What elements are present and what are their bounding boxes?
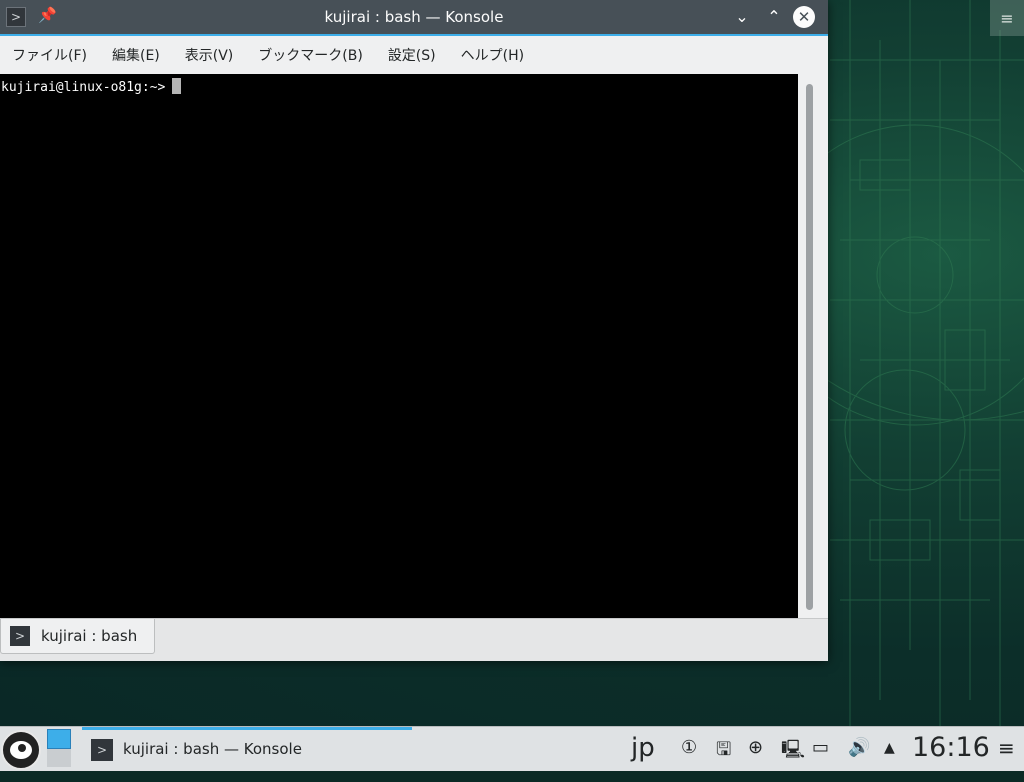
close-icon: ✕: [797, 8, 811, 26]
terminal-cursor: [172, 78, 182, 94]
volume-icon[interactable]: 🔊: [848, 737, 870, 779]
task-konsole[interactable]: > kujirai : bash — Konsole: [82, 727, 412, 769]
update-icon[interactable]: ⊕: [748, 737, 763, 779]
terminal-icon: >: [10, 626, 30, 646]
terminal-scrollbar[interactable]: [798, 74, 824, 618]
menu-bookmarks[interactable]: ブックマーク(B): [246, 45, 376, 65]
menubar: ファイル(F) 編集(E) 表示(V) ブックマーク(B) 設定(S) ヘルプ(…: [0, 36, 828, 74]
window-title: kujirai : bash — Konsole: [324, 8, 504, 26]
desktop-toolbox-icon[interactable]: ≡: [990, 0, 1024, 36]
close-button[interactable]: ✕: [793, 6, 815, 28]
menu-file[interactable]: ファイル(F): [0, 45, 100, 65]
task-label: kujirai : bash — Konsole: [123, 740, 302, 758]
chevron-down-icon: ⌄: [735, 7, 749, 26]
terminal-prompt: kujirai@linux-o81g:~>: [1, 80, 166, 95]
pager-desktop-1[interactable]: [47, 729, 71, 749]
application-launcher-button[interactable]: [1, 730, 41, 770]
expand-tray-icon[interactable]: ▲: [884, 740, 895, 782]
minimize-button[interactable]: ⌄: [730, 5, 754, 29]
scrollbar-thumb[interactable]: [806, 84, 813, 610]
virtual-desktop-pager[interactable]: [47, 727, 73, 769]
window-titlebar[interactable]: > 📌 kujirai : bash — Konsole ⌄ ⌃ ✕: [0, 0, 828, 34]
menu-settings[interactable]: 設定(S): [376, 45, 449, 65]
tab-bash-session[interactable]: > kujirai : bash: [0, 619, 155, 654]
tab-label: kujirai : bash: [41, 627, 138, 645]
keyboard-layout-indicator[interactable]: jp: [631, 733, 655, 775]
menu-edit[interactable]: 編集(E): [100, 45, 173, 65]
battery-icon[interactable]: ▭: [812, 737, 829, 779]
terminal-prompt-line: kujirai@linux-o81g:~>: [1, 78, 182, 95]
panel-menu-icon[interactable]: ≡: [998, 736, 1015, 778]
maximize-button[interactable]: ⌃: [762, 5, 786, 29]
terminal-area[interactable]: kujirai@linux-o81g:~>: [0, 74, 798, 618]
session-tabbar: > kujirai : bash: [0, 618, 828, 661]
menu-view[interactable]: 表示(V): [173, 45, 247, 65]
menu-help[interactable]: ヘルプ(H): [449, 45, 537, 65]
network-icon[interactable]: 🖳: [781, 737, 805, 779]
terminal-icon: >: [91, 739, 113, 761]
task-active-indicator: [82, 727, 412, 730]
clipboard-icon[interactable]: ①: [681, 737, 697, 779]
pager-desktop-2[interactable]: [47, 749, 71, 767]
usb-icon[interactable]: 🖫: [716, 737, 731, 779]
digital-clock[interactable]: 16:16: [912, 732, 990, 774]
chevron-up-icon: ⌃: [767, 7, 781, 26]
konsole-window: > 📌 kujirai : bash — Konsole ⌄ ⌃ ✕ ファイル(…: [0, 0, 828, 661]
opensuse-logo-eye: [18, 744, 26, 752]
taskbar-panel: > kujirai : bash — Konsole jp ① 🖫 ⊕ 🖳 ▭ …: [0, 726, 1024, 771]
